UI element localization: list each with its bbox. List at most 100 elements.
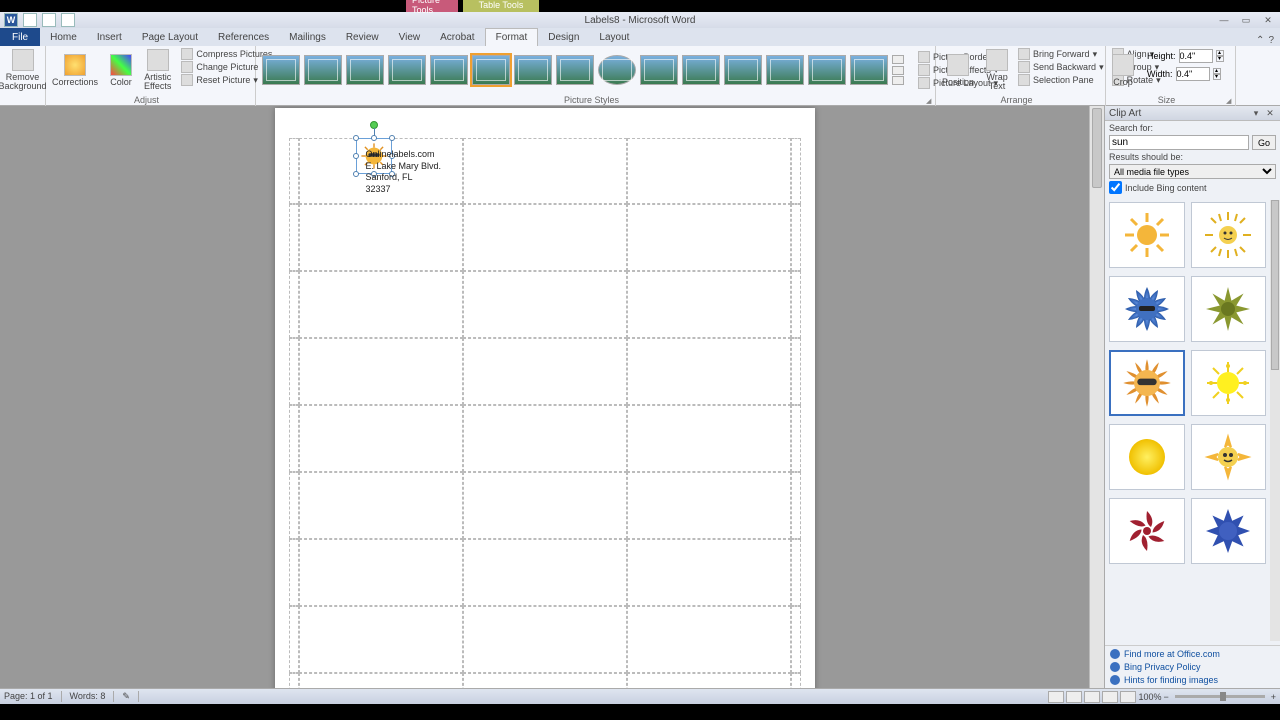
label-cell[interactable]: Onlinelabels.com E. Lake Mary Blvd. Sanf… (299, 138, 463, 204)
height-down[interactable]: ▾ (1216, 56, 1224, 62)
tab-acrobat[interactable]: Acrobat (430, 29, 484, 46)
label-cell[interactable] (299, 405, 463, 472)
style-thumb[interactable] (850, 55, 888, 85)
styles-dialog-launcher[interactable]: ◢ (926, 97, 934, 105)
tab-view[interactable]: View (389, 29, 431, 46)
label-cell[interactable] (627, 606, 791, 673)
label-cell[interactable] (463, 472, 627, 539)
label-cell[interactable] (463, 338, 627, 405)
minimize-button[interactable]: — (1216, 14, 1232, 26)
web-layout-view[interactable] (1084, 691, 1100, 703)
tab-file[interactable]: File (0, 28, 40, 46)
label-cell[interactable] (463, 204, 627, 271)
tab-review[interactable]: Review (336, 29, 389, 46)
help-icon[interactable]: ? (1268, 35, 1274, 46)
height-field[interactable]: Height:▴▾ (1144, 49, 1224, 63)
proofing-icon[interactable]: ✎ (122, 691, 139, 702)
pane-menu-icon[interactable]: ▾ (1250, 107, 1262, 119)
tab-mailings[interactable]: Mailings (279, 29, 336, 46)
label-cell[interactable] (627, 472, 791, 539)
style-thumb[interactable] (430, 55, 468, 85)
label-cell[interactable] (463, 138, 627, 204)
gallery-more-button[interactable] (892, 55, 904, 85)
results-scrollbar[interactable] (1270, 200, 1280, 641)
style-thumb[interactable] (766, 55, 804, 85)
address-text[interactable]: Onlinelabels.com E. Lake Mary Blvd. Sanf… (366, 149, 442, 196)
clipart-result[interactable] (1191, 350, 1267, 416)
find-more-link[interactable]: Find more at Office.com (1110, 649, 1275, 659)
position-button[interactable]: Position (936, 46, 980, 94)
word-count[interactable]: Words: 8 (70, 691, 115, 702)
tab-design[interactable]: Design (538, 29, 589, 46)
label-cell[interactable] (299, 271, 463, 338)
zoom-slider[interactable] (1175, 695, 1265, 698)
tab-home[interactable]: Home (40, 29, 87, 46)
clipart-result[interactable] (1109, 202, 1185, 268)
document-area[interactable]: Onlinelabels.com E. Lake Mary Blvd. Sanf… (0, 106, 1089, 688)
clipart-result[interactable] (1109, 276, 1185, 342)
style-thumb[interactable] (388, 55, 426, 85)
zoom-level[interactable]: 100% (1138, 692, 1161, 702)
label-cell[interactable] (627, 138, 791, 204)
style-thumb[interactable] (598, 55, 636, 85)
label-cell[interactable] (627, 405, 791, 472)
picture-styles-gallery[interactable] (256, 46, 910, 94)
style-thumb[interactable] (346, 55, 384, 85)
label-cell[interactable] (627, 673, 791, 688)
tab-layout[interactable]: Layout (589, 29, 639, 46)
label-cell[interactable] (627, 271, 791, 338)
artistic-effects-button[interactable]: Artistic Effects (138, 46, 177, 94)
bing-privacy-link[interactable]: Bing Privacy Policy (1110, 662, 1275, 672)
clipart-result-selected[interactable] (1109, 350, 1185, 416)
tab-references[interactable]: References (208, 29, 279, 46)
redo-icon[interactable] (61, 13, 75, 27)
label-cell[interactable] (627, 539, 791, 606)
include-bing-checkbox[interactable] (1109, 181, 1122, 194)
label-cell[interactable] (463, 405, 627, 472)
style-thumb[interactable] (724, 55, 762, 85)
style-thumb[interactable] (640, 55, 678, 85)
style-thumb[interactable] (514, 55, 552, 85)
style-thumb[interactable] (682, 55, 720, 85)
search-input[interactable] (1109, 135, 1249, 150)
label-cell[interactable] (299, 338, 463, 405)
label-cell[interactable] (299, 472, 463, 539)
clipart-result[interactable] (1191, 498, 1267, 564)
bring-forward-button[interactable]: Bring Forward▾ (1018, 48, 1104, 60)
print-layout-view[interactable] (1048, 691, 1064, 703)
clipart-result[interactable] (1109, 498, 1185, 564)
zoom-in-button[interactable]: + (1271, 692, 1276, 702)
pane-close-icon[interactable]: ✕ (1264, 107, 1276, 119)
draft-view[interactable] (1120, 691, 1136, 703)
tab-insert[interactable]: Insert (87, 29, 132, 46)
tab-page-layout[interactable]: Page Layout (132, 29, 208, 46)
minimize-ribbon-icon[interactable]: ⌃ (1256, 35, 1264, 46)
label-cell[interactable] (627, 204, 791, 271)
style-thumb[interactable] (304, 55, 342, 85)
style-thumb[interactable] (472, 55, 510, 85)
label-cell[interactable] (463, 606, 627, 673)
color-button[interactable]: Color (104, 46, 138, 94)
clipart-result[interactable] (1109, 424, 1185, 490)
selection-pane-button[interactable]: Selection Pane (1018, 74, 1104, 86)
label-cell[interactable] (299, 673, 463, 688)
label-cell[interactable] (463, 539, 627, 606)
undo-icon[interactable] (42, 13, 56, 27)
label-cell[interactable] (463, 673, 627, 688)
corrections-button[interactable]: Corrections (46, 46, 104, 94)
go-button[interactable]: Go (1252, 135, 1276, 150)
width-field[interactable]: Width:▴▾ (1144, 67, 1224, 81)
label-cell[interactable] (463, 271, 627, 338)
label-cell[interactable] (299, 606, 463, 673)
save-icon[interactable] (23, 13, 37, 27)
outline-view[interactable] (1102, 691, 1118, 703)
label-cell[interactable] (299, 539, 463, 606)
style-thumb[interactable] (262, 55, 300, 85)
style-thumb[interactable] (556, 55, 594, 85)
wrap-text-button[interactable]: Wrap Text (980, 46, 1014, 94)
label-cell[interactable] (299, 204, 463, 271)
zoom-out-button[interactable]: − (1163, 692, 1168, 702)
clipart-result[interactable] (1191, 202, 1267, 268)
width-input[interactable] (1176, 67, 1210, 81)
style-thumb[interactable] (808, 55, 846, 85)
